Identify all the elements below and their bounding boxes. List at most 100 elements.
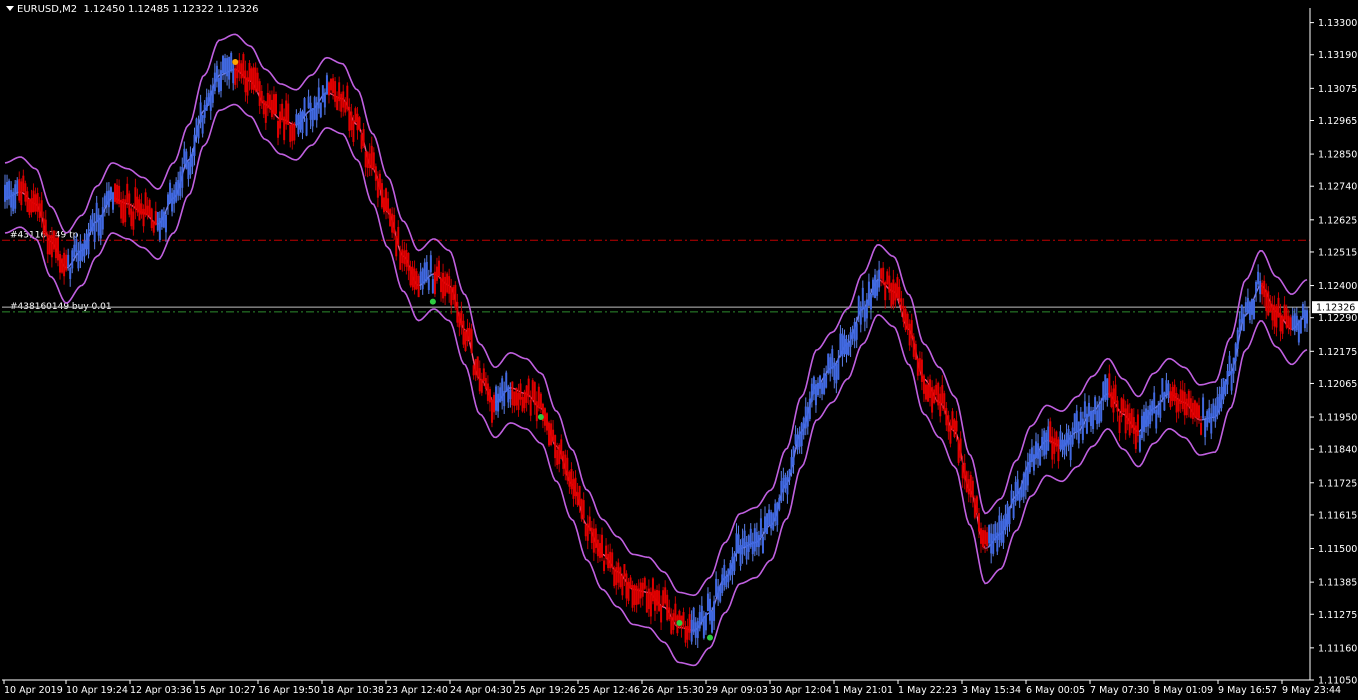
candle-body [4,184,6,202]
candle-body [882,267,885,284]
candle-body [6,181,9,200]
candle-body [28,199,31,215]
y-tick-label: 1.11840 [1318,445,1357,456]
candle-body [969,474,972,498]
candle-body [385,188,388,211]
candle-body [169,182,172,204]
candle-body [1149,405,1152,425]
candle-body [963,462,966,480]
candle-body [1118,415,1121,434]
x-tick-label: 7 May 07:30 [1090,685,1149,696]
y-tick-label: 1.12850 [1318,150,1357,161]
candle-body [629,577,632,589]
candle-body [1039,449,1042,466]
x-tick-label: 26 Apr 15:30 [642,685,704,696]
candle-body [1142,411,1145,432]
candle-body [1090,410,1093,427]
candle-body [513,391,516,406]
y-tick-label: 1.13075 [1318,84,1357,95]
candle-body [1069,434,1072,461]
candle-body [1026,462,1029,486]
candle-body [309,102,312,120]
candle-body [344,101,347,113]
candle-body [395,235,398,257]
candle-body [272,94,275,115]
candle-body [1226,370,1229,385]
candle-body [285,100,288,125]
candle-body [641,582,644,597]
candle-body [1283,304,1286,320]
candle-body [631,585,634,608]
candle-body [759,518,762,538]
candle-body [874,274,877,299]
candle-body [1057,439,1060,462]
candle-body [990,533,993,554]
candle-body [171,192,174,212]
candle-body [939,393,942,417]
candle-body [419,271,422,284]
candle-body [788,469,791,481]
candle-body [472,365,475,376]
candle-body [951,411,954,429]
candle-body [187,161,190,179]
candle-body [460,310,463,326]
candle-body [607,553,610,569]
candle-body [148,199,151,217]
candle-body [586,523,589,541]
candle-body [152,221,155,233]
y-tick-label: 1.11950 [1318,413,1357,424]
y-tick-label: 1.11500 [1318,544,1357,555]
candle-body [81,243,84,261]
candle-body [1085,413,1088,434]
candle-body [1214,405,1217,422]
candle-body [391,213,394,233]
candle-body [804,406,807,429]
candle-body [1016,479,1019,501]
candle-body [1030,447,1033,463]
price-chart[interactable]: #43116 149 tp#438160149 buy 0.01 1.13300… [0,0,1358,700]
candle-body [708,598,711,621]
candle-body [733,553,736,572]
candle-body [1020,483,1023,498]
candle-body [69,267,72,279]
candle-body [183,148,186,164]
candle-body [8,180,11,200]
candle-body [219,70,222,91]
candle-body [896,277,899,298]
candle-body [1104,374,1107,400]
candle-body [1032,454,1035,471]
candle-body [462,320,465,345]
candle-body [994,523,997,541]
x-tick-label: 15 Apr 10:27 [194,685,256,696]
candle-body [949,425,952,444]
candle-body [1106,378,1109,401]
candle-body [700,605,703,622]
candle-body [529,399,532,416]
candle-body [1022,473,1025,497]
candle-body [998,515,1001,540]
candle-body [1198,405,1201,419]
candle-body [1177,398,1180,412]
candle-body [26,191,29,212]
candle-body [988,525,991,544]
candle-body [1079,411,1082,426]
candle-body [458,313,461,328]
candle-body [1301,303,1304,319]
candle-body [637,588,640,605]
candle-body [427,278,430,291]
candle-body [566,457,569,481]
candle-body [295,114,298,126]
candle-body [833,362,836,380]
candle-body [364,151,367,168]
candle-body [743,530,746,548]
candle-body [177,179,180,196]
candle-body [299,111,302,130]
candle-body [111,192,114,210]
candle-body [1124,408,1127,434]
candle-body [330,78,333,91]
candle-body [658,590,661,611]
y-tick-label: 1.11160 [1318,643,1357,654]
candle-body [246,77,249,96]
candle-body [761,536,764,554]
candle-body [1230,370,1233,391]
